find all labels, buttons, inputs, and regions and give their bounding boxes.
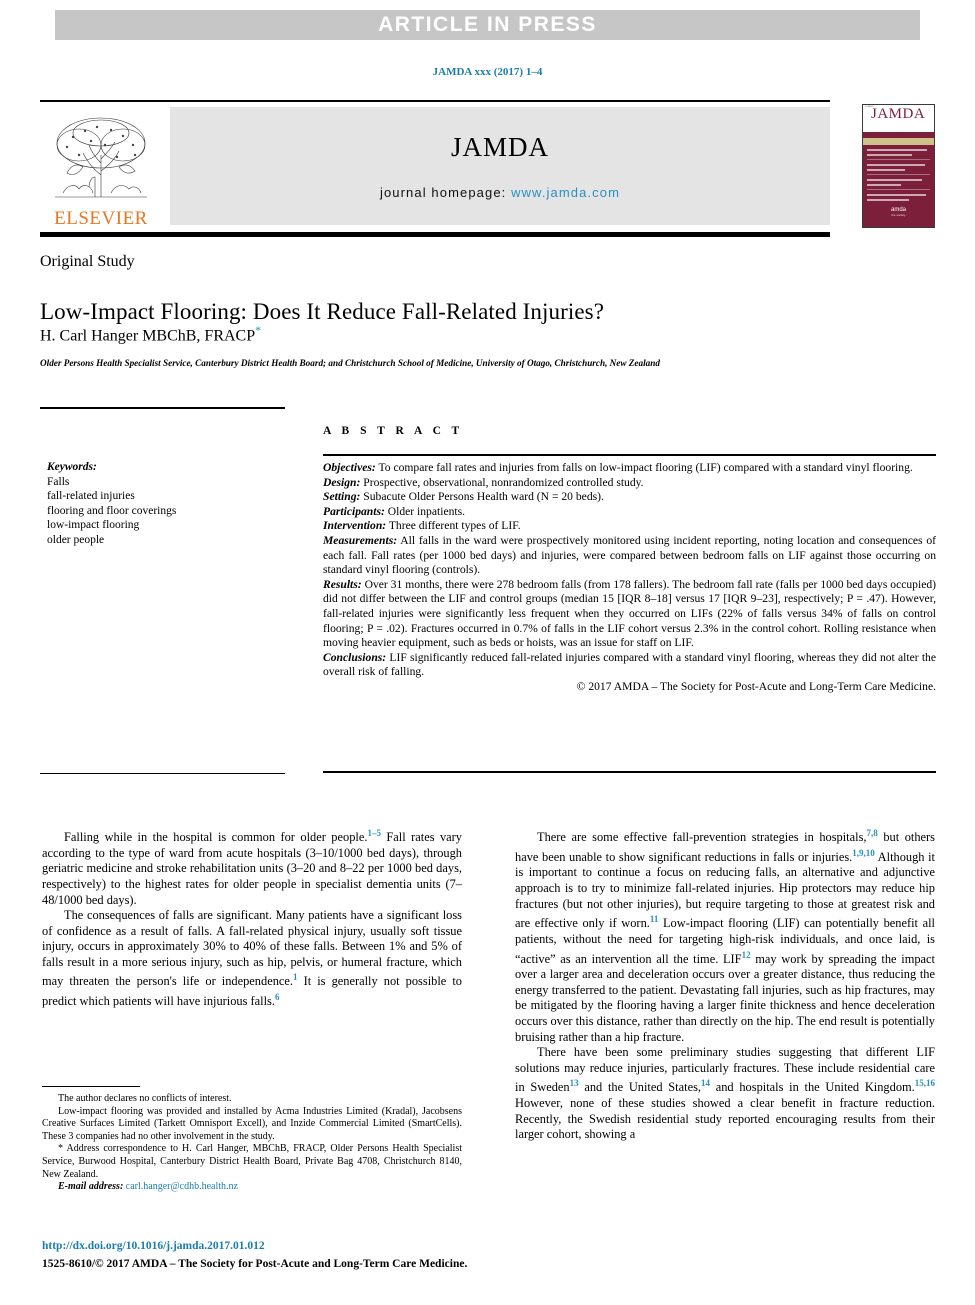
abstract-copyright: © 2017 AMDA – The Society for Post-Acute… — [576, 679, 936, 693]
abstract-measurements: Measurements: All falls in the ward were… — [323, 534, 936, 578]
citation-reference[interactable]: 14 — [701, 1078, 710, 1088]
citation-reference[interactable]: 7,8 — [867, 828, 878, 838]
abstract-conclusions: Conclusions: LIF significantly reduced f… — [323, 651, 936, 680]
issn-copyright-line: 1525-8610/© 2017 AMDA – The Society for … — [42, 1258, 468, 1270]
correspondence-text: Address correspondence to H. Carl Hanger… — [42, 1143, 462, 1180]
abstract-intervention-label: Intervention: — [323, 519, 387, 533]
elsevier-wordmark: ELSEVIER — [54, 208, 148, 229]
abstract-intervention-text: Three different types of LIF. — [386, 519, 521, 533]
abstract-results: Results: Over 31 months, there were 278 … — [323, 578, 936, 651]
abstract-results-text: Over 31 months, there were 278 bedroom f… — [323, 577, 936, 650]
journal-title: JAMDA — [450, 132, 549, 162]
abstract-participants-text: Older inpatients. — [384, 504, 466, 518]
cover-contents-list — [863, 145, 934, 201]
citation-reference[interactable]: 11 — [650, 914, 659, 924]
email-label: E-mail address: — [58, 1181, 124, 1193]
abstract-intervention: Intervention: Three different types of L… — [323, 519, 936, 534]
citation-reference[interactable]: 12 — [742, 950, 751, 960]
article-in-press-banner: ARTICLE IN PRESS — [55, 10, 920, 40]
keywords-rule-top — [40, 407, 285, 409]
footnote-correspondence: * Address correspondence to H. Carl Hang… — [42, 1143, 462, 1181]
author-byline: H. Carl Hanger MBChB, FRACP* — [40, 323, 261, 345]
body-column-right: There are some effective fall-prevention… — [515, 826, 935, 1143]
abstract-rule-top — [323, 454, 936, 456]
body-paragraph: Falling while in the hospital is common … — [42, 828, 462, 907]
keyword-item: older people — [47, 533, 105, 546]
keywords-block: Keywords: Falls fall-related injuries fl… — [47, 460, 287, 547]
keywords-rule-bottom — [40, 773, 285, 774]
citation-reference[interactable]: 1 — [293, 972, 298, 982]
citation-reference[interactable]: 6 — [275, 992, 280, 1002]
journal-citation-line: JAMDA xxx (2017) 1–4 — [432, 66, 543, 78]
footnote-separator-rule — [42, 1086, 140, 1087]
elsevier-tree-icon — [55, 117, 147, 198]
abstract-setting: Setting: Subacute Older Persons Health w… — [323, 490, 936, 505]
abstract-heading: A B S T R A C T — [323, 425, 464, 437]
cover-title: JAMDA — [871, 106, 926, 122]
cover-header: JAMDA JAMDA — [863, 105, 934, 132]
doi-link[interactable]: http://dx.doi.org/10.1016/j.jamda.2017.0… — [42, 1240, 265, 1252]
body-paragraph: There have been some preliminary studies… — [515, 1045, 935, 1142]
author-name: H. Carl Hanger MBChB, FRACP — [40, 327, 256, 345]
masthead-rule-bottom — [40, 232, 830, 237]
journal-cover-thumbnail: JAMDA JAMDA amda the society — [862, 104, 935, 228]
corresponding-author-marker: * — [255, 323, 262, 337]
abstract-conclusions-text: LIF significantly reduced fall-related i… — [323, 650, 936, 679]
email-link[interactable]: carl.hanger@cdhb.health.nz — [126, 1181, 238, 1192]
abstract-rule-bottom — [323, 771, 936, 773]
author-affiliation: Older Persons Health Specialist Service,… — [40, 358, 660, 368]
keyword-item: fall-related injuries — [47, 490, 135, 502]
abstract-design-label: Design: — [323, 475, 361, 489]
keyword-item: Falls — [47, 475, 70, 488]
journal-homepage-label: journal homepage: — [379, 185, 507, 200]
abstract-results-label: Results: — [323, 577, 362, 591]
masthead-rule-top — [40, 100, 830, 102]
journal-homepage-line: journal homepage: www.jamda.com — [380, 185, 620, 200]
body-column-left: Falling while in the hospital is common … — [42, 826, 462, 1010]
footnotes-block: The author declares no conflicts of inte… — [42, 1093, 462, 1194]
footnote-funding-disclosure: Low-impact flooring was provided and ins… — [42, 1105, 462, 1142]
citation-reference[interactable]: 1,9,10 — [852, 848, 875, 858]
abstract-objectives-text: To compare fall rates and injuries from … — [375, 461, 913, 474]
footnote-conflict-of-interest: The author declares no conflicts of inte… — [58, 1093, 232, 1104]
abstract-participants-label: Participants: — [323, 504, 385, 518]
body-paragraph: There are some effective fall-prevention… — [515, 828, 936, 1044]
cover-olive-band — [863, 138, 934, 145]
journal-masthead-band: JAMDA journal homepage: www.jamda.com — [170, 107, 830, 225]
abstract-measurements-text: All falls in the ward were prospectively… — [323, 533, 936, 577]
citation-reference[interactable]: 13 — [570, 1078, 579, 1088]
citation-reference[interactable]: 1–5 — [367, 828, 381, 838]
page-title: Low-Impact Flooring: Does It Reduce Fall… — [40, 299, 605, 325]
abstract-measurements-label: Measurements: — [323, 533, 398, 547]
journal-homepage-url[interactable]: www.jamda.com — [511, 185, 620, 200]
abstract-setting-text: Subacute Older Persons Health ward (N = … — [360, 490, 604, 504]
abstract-design: Design: Prospective, observational, nonr… — [323, 476, 936, 491]
cover-amda-logo: amda the society — [890, 207, 906, 217]
abstract-objectives: Objectives: To compare fall rates and in… — [323, 461, 936, 476]
abstract-setting-label: Setting: — [323, 490, 361, 504]
abstract-conclusions-label: Conclusions: — [323, 650, 387, 664]
abstract-participants: Participants: Older inpatients. — [323, 505, 936, 520]
abstract-design-text: Prospective, observational, nonrandomize… — [360, 475, 644, 489]
article-type-label: Original Study — [40, 253, 135, 270]
abstract-objectives-label: Objectives: — [323, 461, 376, 474]
footnote-email: E-mail address: carl.hanger@cdhb.health.… — [42, 1181, 462, 1194]
elsevier-logo: ELSEVIER — [46, 106, 156, 228]
keyword-item: flooring and floor coverings — [47, 504, 177, 517]
body-paragraph: The consequences of falls are significan… — [42, 908, 462, 1009]
citation-reference[interactable]: 15,16 — [915, 1078, 935, 1088]
keywords-heading: Keywords: — [47, 461, 97, 473]
abstract-body: Objectives: To compare fall rates and in… — [323, 461, 936, 695]
keyword-item: low-impact flooring — [47, 519, 140, 531]
